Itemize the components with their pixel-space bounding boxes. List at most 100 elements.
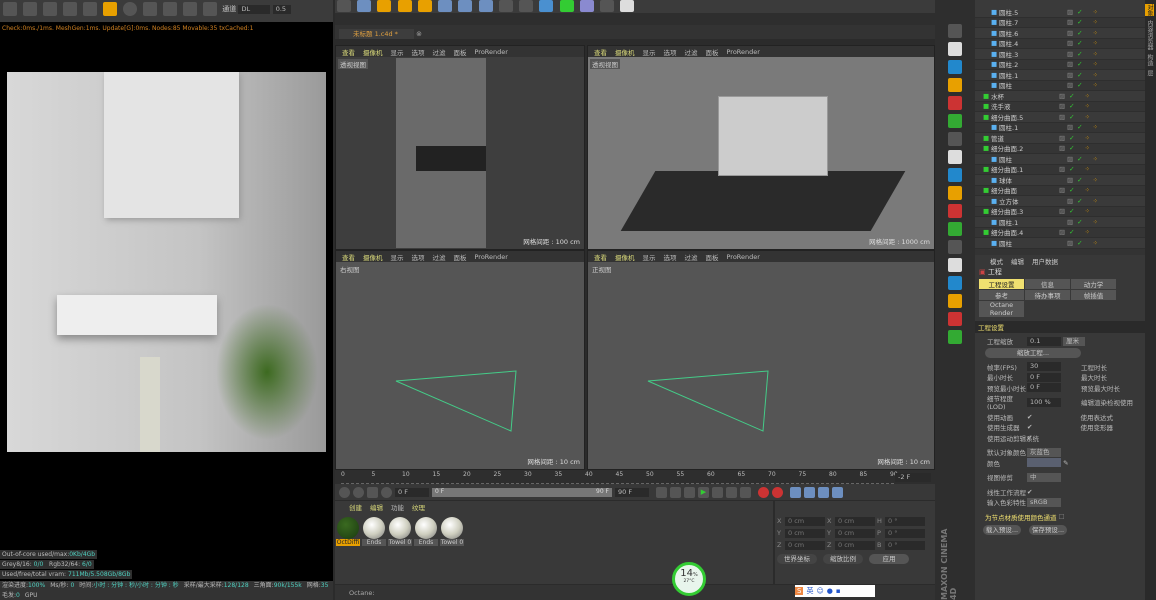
tag-icon[interactable]: ⁘ xyxy=(1093,18,1098,26)
viewport[interactable]: 查看 摄像机 显示 选项 过滤 面板 ProRender 右视图 网格间距 : 10 cm xyxy=(335,250,585,470)
coord-field[interactable]: 0 cm xyxy=(785,528,825,538)
clay-icon[interactable] xyxy=(143,2,157,16)
render-view-icon[interactable] xyxy=(519,0,534,12)
visibility-icon[interactable]: ▨ xyxy=(1067,29,1073,37)
enabled-check-icon[interactable]: ✓ xyxy=(1069,144,1074,152)
viewport-menu-item[interactable]: 摄像机 xyxy=(363,252,383,262)
tool-icon[interactable] xyxy=(948,240,962,254)
coord-mode-select[interactable]: 世界坐标 xyxy=(777,554,817,564)
viewport-menu-item[interactable]: ProRender xyxy=(475,253,508,261)
tab-document[interactable]: 未标题 1.c4d * xyxy=(339,29,414,39)
next-key-icon[interactable] xyxy=(726,486,737,498)
tag-icon[interactable]: ⁘ xyxy=(1093,123,1098,131)
visibility-icon[interactable]: ▨ xyxy=(1059,144,1065,152)
enabled-check-icon[interactable]: ✓ xyxy=(1077,81,1082,89)
enabled-check-icon[interactable]: ✓ xyxy=(1077,50,1082,58)
tab-todo[interactable]: 待办事项 xyxy=(1025,290,1070,300)
viewport-menu-item[interactable]: 选项 xyxy=(412,252,425,262)
object-row[interactable]: ■ 圆柱.1 ▨ ✓ ⁘ xyxy=(975,122,1145,133)
record-icon[interactable] xyxy=(758,486,769,498)
object-row[interactable]: ■ 圆柱.4 ▨ ✓ ⁘ xyxy=(975,38,1145,49)
light-icon[interactable] xyxy=(620,0,635,12)
menu-texture[interactable]: 纹理 xyxy=(412,502,425,512)
tag-icon[interactable]: ⁘ xyxy=(1085,144,1090,152)
object-row[interactable]: ■ 圆柱 ▨ ✓ ⁘ xyxy=(975,154,1145,165)
use-animation-checkbox[interactable]: ✔ xyxy=(1027,413,1032,421)
lock-icon[interactable] xyxy=(103,2,117,16)
tool-icon[interactable] xyxy=(948,186,962,200)
visibility-icon[interactable]: ▨ xyxy=(1067,8,1073,16)
tool-icon[interactable] xyxy=(948,204,962,218)
enabled-check-icon[interactable]: ✓ xyxy=(1077,39,1082,47)
render-icon[interactable] xyxy=(498,0,513,12)
enabled-check-icon[interactable]: ✓ xyxy=(1077,71,1082,79)
gear-icon[interactable] xyxy=(83,2,97,16)
visibility-icon[interactable]: ▨ xyxy=(1067,218,1073,226)
cube-icon[interactable] xyxy=(539,0,554,12)
object-row[interactable]: ■ 球体 ▨ ✓ ⁘ xyxy=(975,175,1145,186)
viewport-menu-item[interactable]: ProRender xyxy=(475,48,508,56)
tag-icon[interactable]: ⁘ xyxy=(1085,92,1090,100)
object-row[interactable]: ■ 细分曲面.2 ▨ ✓ ⁘ xyxy=(975,143,1145,154)
visibility-icon[interactable]: ▨ xyxy=(1067,81,1073,89)
current-frame-field[interactable]: -2 F xyxy=(895,473,931,482)
camera-icon[interactable] xyxy=(600,0,615,12)
pin-icon[interactable] xyxy=(203,2,217,16)
enabled-check-icon[interactable]: ✓ xyxy=(1069,165,1074,173)
tool-icon[interactable] xyxy=(948,150,962,164)
viewport-menu-item[interactable]: 过滤 xyxy=(685,47,698,57)
visibility-icon[interactable]: ▨ xyxy=(1067,155,1073,163)
tool-icon[interactable] xyxy=(948,24,962,38)
lod-field[interactable]: 100 % xyxy=(1027,397,1061,407)
visibility-icon[interactable]: ▨ xyxy=(1067,18,1073,26)
tag-icon[interactable]: ⁘ xyxy=(1093,218,1098,226)
move-icon[interactable] xyxy=(377,0,392,12)
linear-workflow-checkbox[interactable]: ✔ xyxy=(1027,488,1032,496)
tag-icon[interactable]: ⁘ xyxy=(1093,239,1098,247)
eyedropper-icon[interactable]: ✎ xyxy=(1063,459,1068,467)
material-swatch[interactable]: Ends xyxy=(362,517,386,546)
go-end-icon[interactable] xyxy=(740,486,751,498)
tag-icon[interactable]: ⁘ xyxy=(1085,102,1090,110)
visibility-icon[interactable]: ▨ xyxy=(1059,228,1065,236)
enabled-check-icon[interactable]: ✓ xyxy=(1077,176,1082,184)
view-clip-select[interactable]: 中 xyxy=(1027,472,1061,482)
range-slider[interactable]: 0 F 90 F xyxy=(432,487,612,497)
visibility-icon[interactable]: ▨ xyxy=(1059,207,1065,215)
keyframe-icon[interactable] xyxy=(339,486,350,498)
tag-icon[interactable]: ⁘ xyxy=(1093,50,1098,58)
move-key-icon[interactable] xyxy=(790,486,801,498)
use-motion-system-checkbox[interactable]: ✔ xyxy=(1027,434,1032,442)
object-row[interactable]: ■ 细分曲面.5 ▨ ✓ ⁘ xyxy=(975,112,1145,123)
viewport-menu-item[interactable]: 过滤 xyxy=(433,252,446,262)
tool-icon[interactable] xyxy=(948,96,962,110)
viewport-menu-item[interactable]: ProRender xyxy=(727,253,760,261)
object-row[interactable]: ■ 圆柱.7 ▨ ✓ ⁘ xyxy=(975,17,1145,28)
y-axis-icon[interactable] xyxy=(458,0,473,12)
tag-icon[interactable]: ⁘ xyxy=(1093,197,1098,205)
tool-icon[interactable] xyxy=(948,222,962,236)
pause-icon[interactable] xyxy=(43,2,57,16)
enabled-check-icon[interactable]: ✓ xyxy=(1069,102,1074,110)
viewport-menu-item[interactable]: 查看 xyxy=(594,47,607,57)
coord-field[interactable]: 0 ° xyxy=(885,528,925,538)
viewport-menu-item[interactable]: 过滤 xyxy=(433,47,446,57)
node-color-checkbox[interactable]: ☐ xyxy=(1059,513,1065,521)
tag-icon[interactable]: ⁘ xyxy=(1093,8,1098,16)
tool-icon[interactable] xyxy=(948,114,962,128)
play-icon[interactable]: ▶ xyxy=(698,486,709,498)
enabled-check-icon[interactable]: ✓ xyxy=(1077,29,1082,37)
go-start-icon[interactable] xyxy=(656,486,667,498)
tab-layers[interactable]: 层 xyxy=(1145,70,1154,76)
viewport-menu-item[interactable]: 面板 xyxy=(706,47,719,57)
tab-project-settings[interactable]: 工程设置 xyxy=(979,279,1024,289)
tool-icon[interactable] xyxy=(948,132,962,146)
visibility-icon[interactable]: ▨ xyxy=(1059,92,1065,100)
viewport[interactable]: 查看 摄像机 显示 选项 过滤 面板 ProRender 透视视图 网格间距 : 1000 … xyxy=(587,45,935,250)
coord-field[interactable]: 0 cm xyxy=(785,516,825,526)
select-icon[interactable] xyxy=(357,0,372,12)
keyframe-icon[interactable] xyxy=(353,486,364,498)
close-icon[interactable]: ⊗ xyxy=(416,30,422,38)
autokey-icon[interactable] xyxy=(772,486,783,498)
tool-icon[interactable] xyxy=(948,78,962,92)
